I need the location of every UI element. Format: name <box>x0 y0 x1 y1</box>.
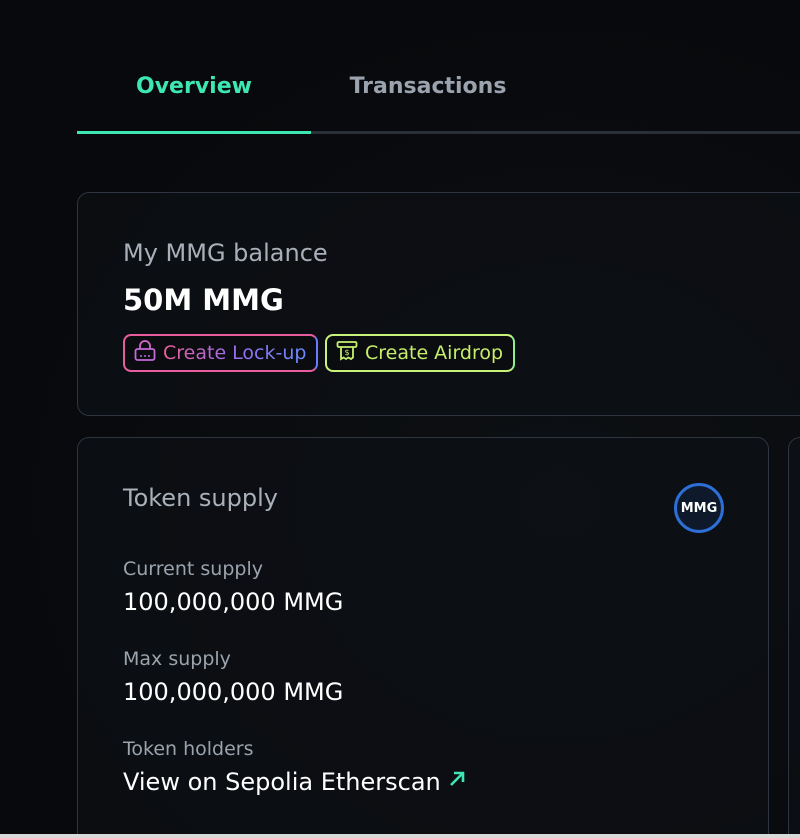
token-logo: MMG <box>674 483 724 533</box>
max-supply-label: Max supply <box>123 648 231 670</box>
airdrop-ticket-icon: $ <box>335 339 359 368</box>
balance-title: My MMG balance <box>123 239 328 267</box>
token-holders-label: Token holders <box>123 738 254 760</box>
page: Overview Transactions My MMG balance 50M… <box>0 0 800 838</box>
token-logo-text: MMG <box>680 500 718 516</box>
tab-bar: Overview Transactions <box>77 60 800 134</box>
view-etherscan-link[interactable]: View on Sepolia Etherscan <box>123 768 467 796</box>
create-lockup-button[interactable]: Create Lock-up <box>123 334 318 372</box>
active-tab-indicator <box>77 131 311 134</box>
current-supply-label: Current supply <box>123 558 263 580</box>
current-supply-value: 100,000,000 MMG <box>123 588 344 616</box>
tab-overview[interactable]: Overview <box>77 74 311 134</box>
create-airdrop-button[interactable]: $ Create Airdrop <box>325 334 515 372</box>
lock-icon <box>133 339 157 367</box>
max-supply-value: 100,000,000 MMG <box>123 678 344 706</box>
bottom-bar <box>0 834 800 838</box>
arrow-up-right-icon <box>447 769 467 795</box>
create-lockup-label: Create Lock-up <box>163 342 307 364</box>
svg-text:$: $ <box>344 348 349 357</box>
token-supply-title: Token supply <box>123 484 278 512</box>
balance-card: My MMG balance 50M MMG Create Lock-up $ <box>77 192 800 416</box>
tab-transactions[interactable]: Transactions <box>311 74 545 134</box>
create-airdrop-label: Create Airdrop <box>365 342 504 364</box>
balance-value: 50M MMG <box>123 283 284 317</box>
etherscan-link-label: View on Sepolia Etherscan <box>123 768 441 796</box>
adjacent-card <box>788 437 800 838</box>
token-supply-card: Token supply MMG Current supply 100,000,… <box>77 437 769 838</box>
